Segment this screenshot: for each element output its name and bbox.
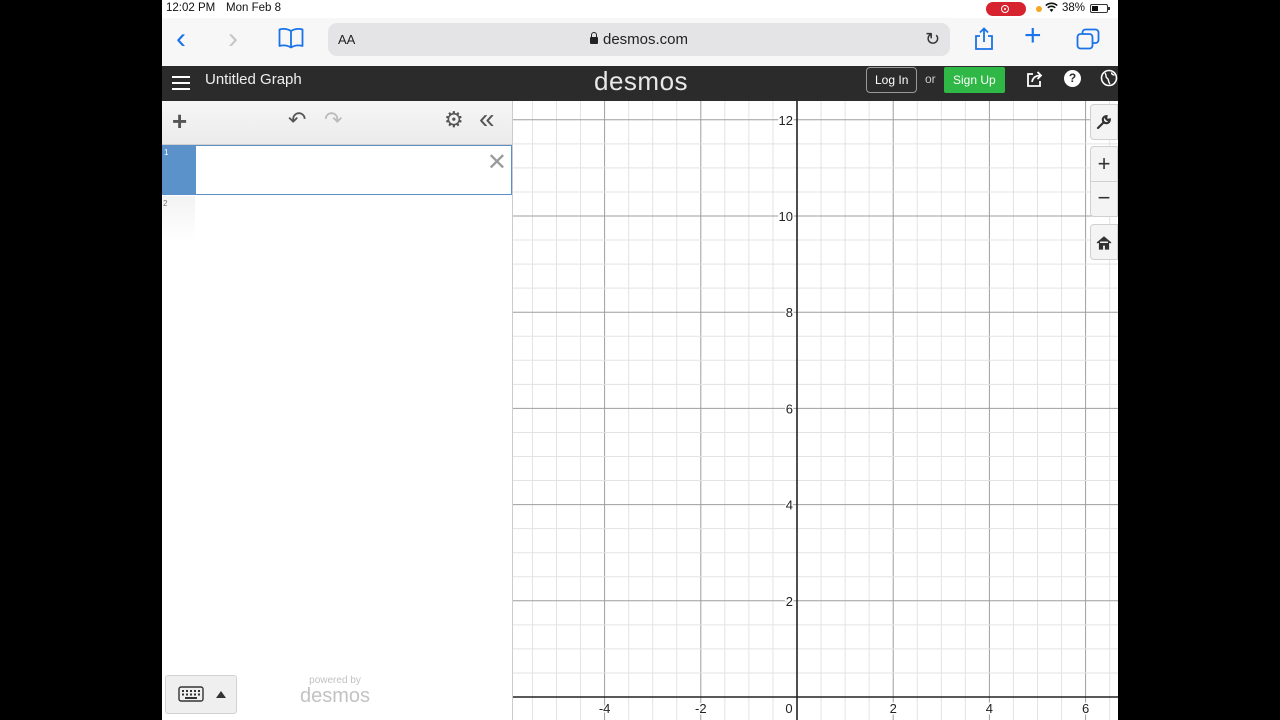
new-tab-plus-icon[interactable]: + bbox=[1024, 20, 1042, 52]
graph-title[interactable]: Untitled Graph bbox=[205, 71, 302, 88]
ipad-screen: 12:02 PM Mon Feb 8 38% ‹ › AA desmos.com… bbox=[162, 0, 1118, 720]
browser-toolbar: ‹ › AA desmos.com ↻ + bbox=[162, 18, 1118, 66]
powered-by-desmos: powered by desmos bbox=[270, 675, 400, 706]
x-tick-label: 6 bbox=[1082, 701, 1089, 716]
expression-tab[interactable]: 2 bbox=[162, 196, 195, 242]
expression-panel: + ↶ ↷ ⚙ « 1 ✕ 2 powered by desmos bbox=[162, 101, 513, 720]
add-expression-button[interactable]: + bbox=[172, 106, 187, 136]
url-text: desmos.com bbox=[602, 31, 689, 48]
expression-number: 2 bbox=[163, 199, 168, 208]
expression-row[interactable]: 2 bbox=[162, 196, 512, 242]
expression-number: 1 bbox=[164, 148, 169, 157]
wifi-icon bbox=[1045, 2, 1058, 16]
hamburger-menu-icon[interactable] bbox=[172, 73, 190, 93]
or-label: or bbox=[925, 72, 936, 86]
status-bar: 12:02 PM Mon Feb 8 38% bbox=[162, 0, 1118, 18]
gear-icon[interactable]: ⚙ bbox=[444, 107, 464, 133]
y-tick-label: 6 bbox=[786, 401, 793, 416]
address-bar[interactable]: AA desmos.com ↻ bbox=[328, 23, 950, 56]
collapse-panel-icon[interactable]: « bbox=[479, 104, 495, 134]
graph-settings-wrench-icon[interactable] bbox=[1090, 104, 1118, 140]
share-icon[interactable] bbox=[974, 27, 994, 56]
expression-toolbar: + ↶ ↷ ⚙ « bbox=[162, 101, 512, 145]
reload-icon[interactable]: ↻ bbox=[925, 29, 940, 50]
bookmarks-icon[interactable] bbox=[278, 27, 304, 54]
desmos-logo: desmos bbox=[594, 66, 689, 96]
graph-grid[interactable]: -4 -2 0 2 4 6 2 4 6 8 10 12 bbox=[513, 101, 1118, 720]
url-display: desmos.com bbox=[328, 31, 950, 48]
screen-recording-icon bbox=[986, 2, 1026, 16]
x-tick-label: -2 bbox=[695, 701, 707, 716]
undo-icon[interactable]: ↶ bbox=[288, 107, 306, 133]
graph-canvas[interactable]: -4 -2 0 2 4 6 2 4 6 8 10 12 bbox=[513, 101, 1118, 720]
keyboard-icon bbox=[178, 686, 204, 707]
lock-icon bbox=[589, 32, 598, 44]
battery-percent: 38% bbox=[1062, 2, 1086, 14]
status-date: Mon Feb 8 bbox=[226, 2, 281, 14]
y-tick-label: 4 bbox=[786, 498, 793, 513]
desmos-header: Untitled Graph desmos Log In or Sign Up … bbox=[162, 66, 1118, 101]
x-tick-label: -4 bbox=[599, 701, 611, 716]
zoom-out-icon[interactable]: − bbox=[1090, 181, 1118, 217]
redo-icon[interactable]: ↷ bbox=[324, 107, 342, 133]
y-tick-label: 2 bbox=[786, 594, 793, 609]
zoom-in-icon[interactable]: + bbox=[1090, 146, 1118, 182]
status-time: 12:02 PM bbox=[166, 2, 216, 14]
caret-up-icon bbox=[216, 691, 226, 698]
powered-by-logo: desmos bbox=[299, 685, 371, 707]
keypad-toggle-button[interactable] bbox=[165, 675, 237, 714]
help-icon[interactable]: ? bbox=[1064, 70, 1081, 87]
mic-indicator-icon bbox=[1036, 6, 1042, 12]
log-in-button[interactable]: Log In bbox=[866, 67, 918, 93]
expression-tab[interactable]: 1 bbox=[163, 146, 196, 194]
x-tick-label: 2 bbox=[890, 701, 897, 716]
share-graph-icon[interactable] bbox=[1026, 70, 1044, 93]
y-tick-label: 12 bbox=[779, 113, 793, 128]
y-tick-label: 10 bbox=[779, 209, 793, 224]
tabs-overview-icon[interactable] bbox=[1076, 28, 1100, 55]
x-tick-label: 0 bbox=[785, 701, 792, 716]
back-chevron-icon[interactable]: ‹ bbox=[176, 24, 186, 54]
forward-chevron-icon[interactable]: › bbox=[228, 24, 238, 54]
sign-up-button[interactable]: Sign Up bbox=[944, 67, 1005, 93]
expression-row[interactable]: 1 ✕ bbox=[162, 145, 512, 195]
globe-language-icon[interactable] bbox=[1100, 69, 1118, 92]
battery-icon bbox=[1090, 4, 1110, 13]
delete-expression-icon[interactable]: ✕ bbox=[487, 148, 507, 177]
home-icon[interactable] bbox=[1090, 224, 1118, 260]
x-tick-label: 4 bbox=[986, 701, 993, 716]
y-tick-label: 8 bbox=[786, 305, 793, 320]
